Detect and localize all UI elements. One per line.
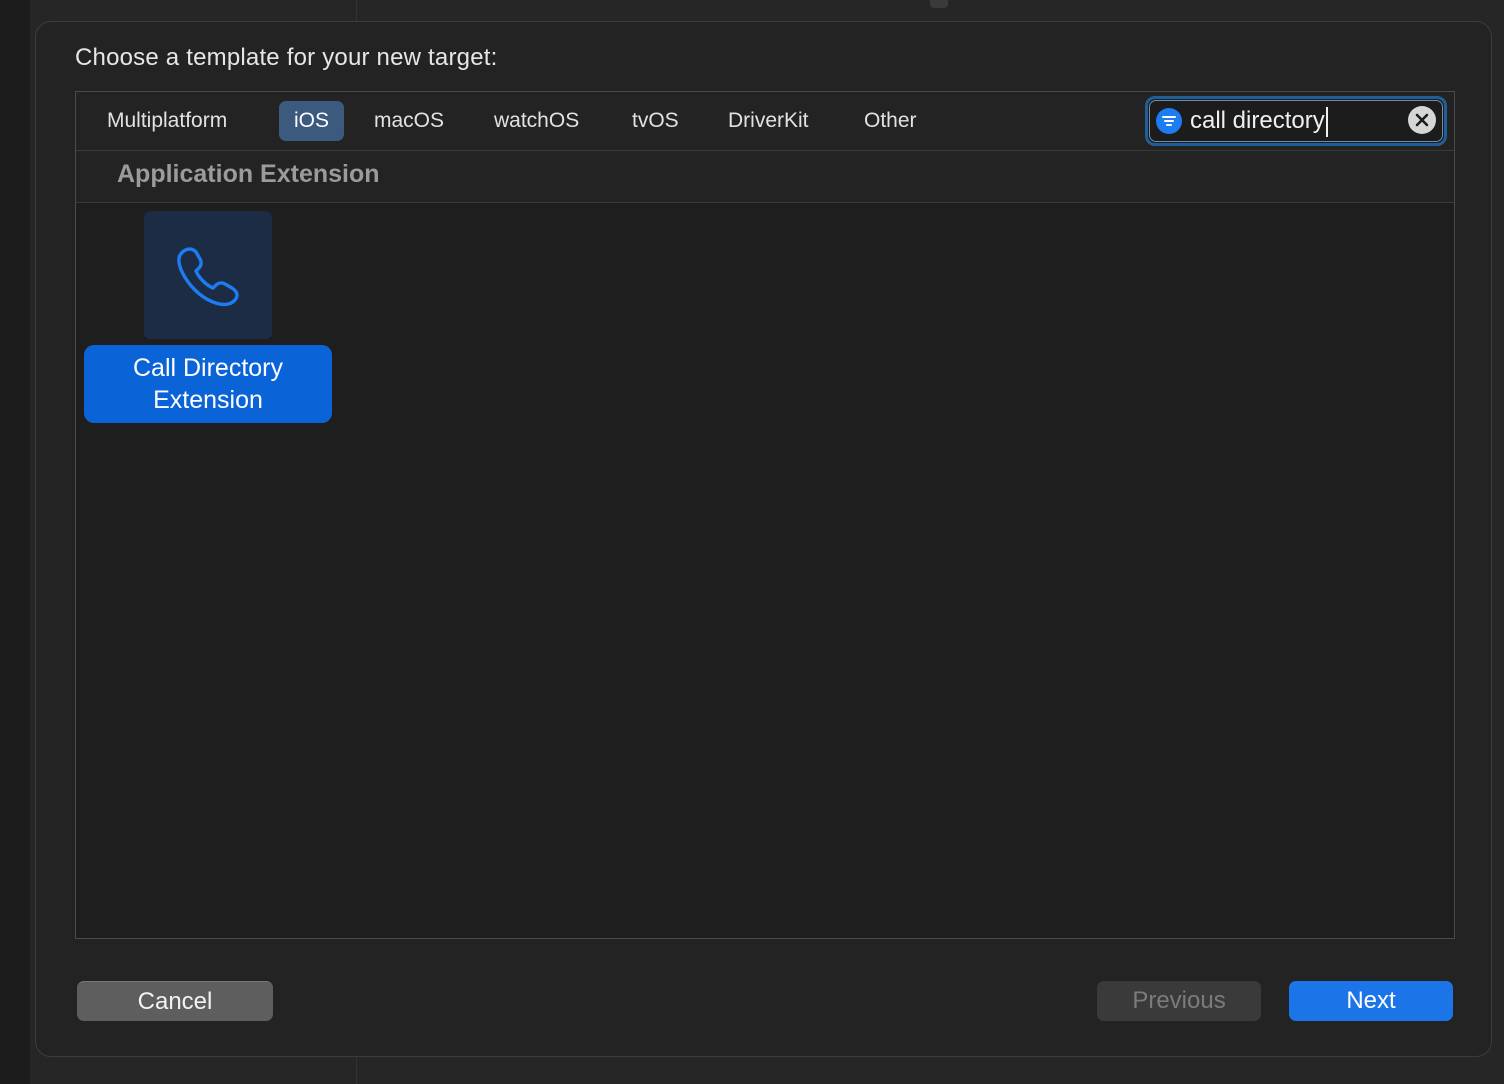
search-input[interactable]: call directory <box>1190 105 1328 137</box>
background-checkbox <box>930 0 948 8</box>
search-input-value: call directory <box>1190 107 1325 134</box>
template-label[interactable]: Call Directory Extension <box>84 345 332 423</box>
section-header: Application Extension <box>76 151 1454 203</box>
section-title: Application Extension <box>117 160 380 188</box>
template-icon-tile[interactable] <box>144 211 272 339</box>
search-field[interactable]: call directory <box>1145 96 1447 146</box>
text-caret <box>1325 106 1328 137</box>
sheet-title: Choose a template for your new target: <box>75 44 498 71</box>
tab-watchos[interactable]: watchOS <box>479 101 594 141</box>
template-call-directory-extension[interactable]: Call Directory Extension <box>84 211 332 423</box>
phone-icon <box>144 247 272 343</box>
cancel-button[interactable]: Cancel <box>77 981 273 1021</box>
background-sidebar-edge <box>0 0 30 1084</box>
template-label-line-1: Call Directory <box>132 354 284 382</box>
template-panel: Multiplatform iOS macOS watchOS tvOS Dri… <box>75 91 1455 939</box>
tab-other[interactable]: Other <box>849 101 932 141</box>
next-button[interactable]: Next <box>1289 981 1453 1021</box>
platform-tab-bar: Multiplatform iOS macOS watchOS tvOS Dri… <box>76 92 1454 151</box>
filter-icon[interactable] <box>1156 108 1182 134</box>
clear-icon[interactable] <box>1408 106 1436 134</box>
previous-button[interactable]: Previous <box>1097 981 1261 1021</box>
template-chooser-sheet: Choose a template for your new target: M… <box>35 21 1492 1057</box>
template-label-line-2: Extension <box>153 386 263 414</box>
tab-driverkit[interactable]: DriverKit <box>713 101 824 141</box>
tab-ios[interactable]: iOS <box>279 101 345 141</box>
tab-multiplatform[interactable]: Multiplatform <box>92 101 242 141</box>
tab-tvos[interactable]: tvOS <box>617 101 694 141</box>
tab-macos[interactable]: macOS <box>359 101 459 141</box>
